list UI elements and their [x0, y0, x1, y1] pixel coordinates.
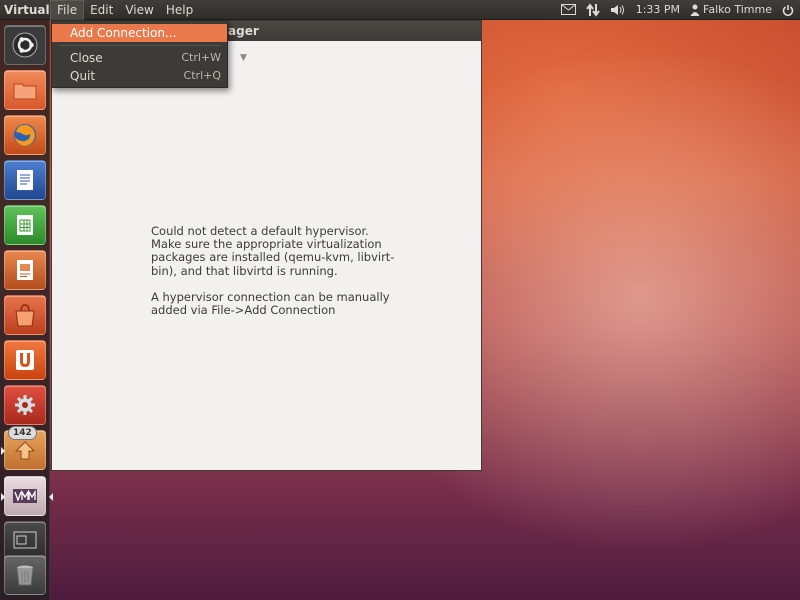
- running-indicator: [1, 447, 5, 455]
- menu-view[interactable]: View: [119, 0, 159, 20]
- software-center-button[interactable]: [4, 295, 46, 335]
- clock[interactable]: 1:33 PM: [636, 3, 680, 16]
- firefox-button[interactable]: [4, 115, 46, 155]
- running-indicator: [1, 493, 5, 501]
- menu-quit-label: Quit: [70, 69, 96, 83]
- virt-manager-button[interactable]: [1, 476, 53, 516]
- trash-button[interactable]: [4, 555, 46, 595]
- document-icon: [17, 170, 33, 190]
- menu-quit[interactable]: Quit Ctrl+Q: [52, 67, 227, 85]
- focused-indicator: [49, 493, 53, 501]
- menu-close-label: Close: [70, 51, 103, 65]
- indicator-area: 1:33 PM Falko Timme: [551, 0, 800, 20]
- system-settings-button[interactable]: [4, 385, 46, 425]
- app-name: Virtual: [4, 2, 50, 17]
- mail-icon[interactable]: [560, 4, 576, 15]
- network-icon[interactable]: [585, 2, 600, 17]
- libreoffice-impress-button[interactable]: [4, 250, 46, 290]
- menu-quit-shortcut: Ctrl+Q: [183, 69, 221, 82]
- shopping-bag-icon: [15, 304, 35, 327]
- menu-help[interactable]: Help: [160, 0, 199, 20]
- message-paragraph-2: A hypervisor connection can be manually …: [151, 289, 390, 318]
- window-title: ager: [228, 24, 259, 38]
- user-menu[interactable]: Falko Timme: [690, 3, 772, 16]
- folder-icon: [13, 83, 37, 100]
- user-icon: [690, 4, 700, 16]
- libreoffice-writer-button[interactable]: [4, 160, 46, 200]
- ubuntu-one-button[interactable]: [4, 340, 46, 380]
- no-hypervisor-message: Could not detect a default hypervisor. M…: [151, 224, 401, 330]
- virt-manager-icon: [13, 489, 37, 503]
- user-name: Falko Timme: [703, 3, 772, 16]
- spreadsheet-icon: [17, 215, 33, 235]
- home-folder-button[interactable]: [4, 70, 46, 110]
- update-manager-button[interactable]: 142: [1, 426, 46, 470]
- settings-icon: [15, 395, 35, 415]
- trash-icon: [16, 565, 34, 586]
- presentation-icon: [17, 260, 33, 280]
- menu-separator: [58, 45, 221, 46]
- chevron-down-icon[interactable]: ▼: [240, 53, 247, 63]
- dash-home-button[interactable]: [4, 25, 46, 65]
- menu-add-connection[interactable]: Add Connection...: [52, 24, 227, 42]
- top-panel: Virtual File Edit View Help 1:33 PM Falk…: [0, 0, 800, 20]
- launcher: 142: [0, 20, 53, 600]
- ubuntu-one-icon: [16, 350, 34, 370]
- power-icon[interactable]: [782, 4, 794, 16]
- ubuntu-logo-icon: [12, 32, 38, 58]
- menu-add-connection-label: Add Connection...: [70, 26, 177, 40]
- update-badge: 142: [8, 426, 37, 440]
- menu-close[interactable]: Close Ctrl+W: [52, 49, 227, 67]
- menu-close-shortcut: Ctrl+W: [181, 51, 221, 64]
- libreoffice-calc-button[interactable]: [4, 205, 46, 245]
- workspace-icon: [13, 531, 37, 549]
- volume-icon[interactable]: [610, 4, 626, 16]
- file-dropdown-menu: Add Connection... Close Ctrl+W Quit Ctrl…: [51, 20, 228, 88]
- message-paragraph-1: Could not detect a default hypervisor. M…: [151, 224, 395, 278]
- menu-file[interactable]: File: [50, 0, 85, 20]
- firefox-icon: [14, 124, 36, 146]
- update-arrow-icon: [14, 441, 36, 460]
- menu-edit[interactable]: Edit: [84, 0, 119, 20]
